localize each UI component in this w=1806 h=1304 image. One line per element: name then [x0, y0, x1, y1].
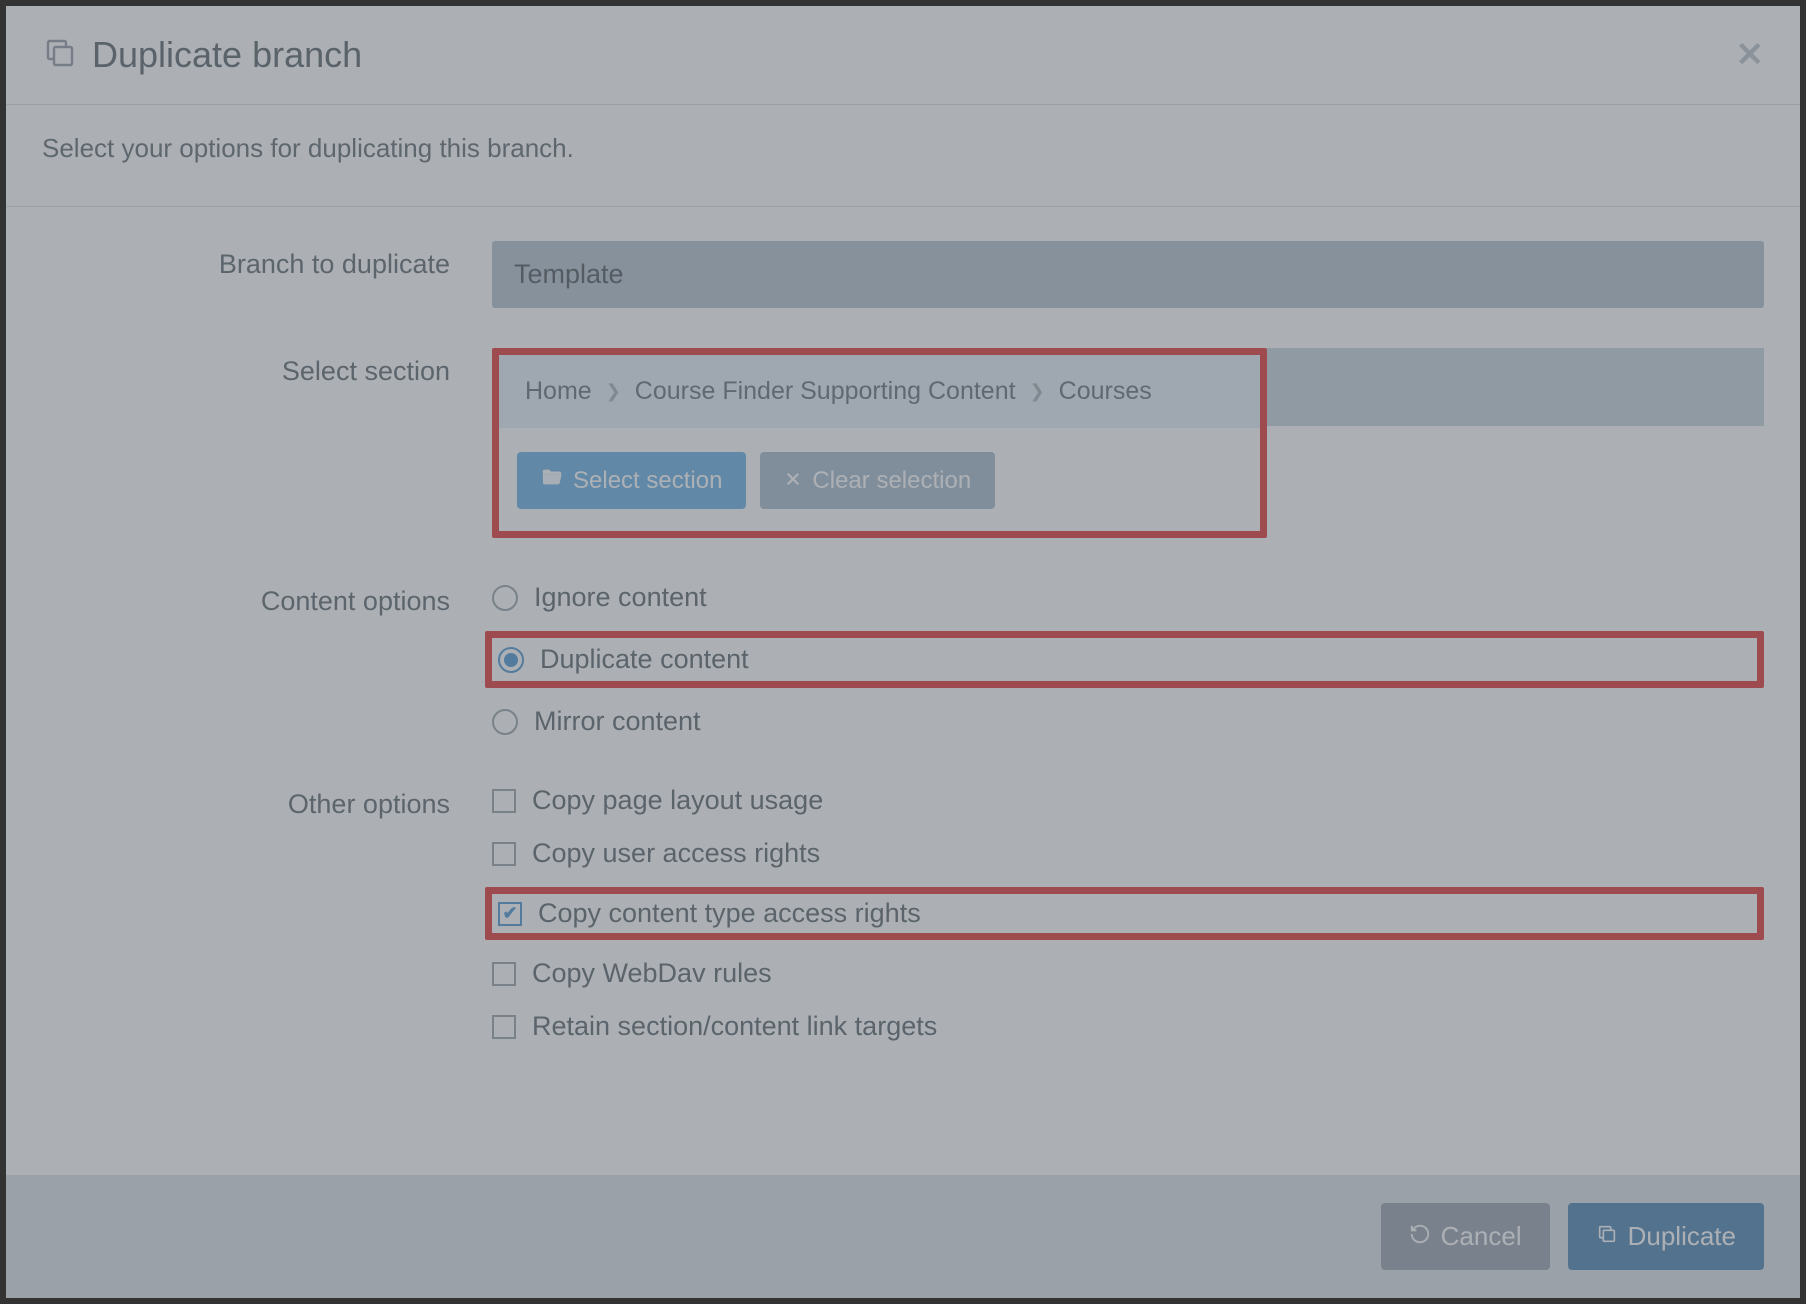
check-copy-content-type-highlight: ✔ Copy content type access rights [485, 887, 1764, 940]
dialog-subtitle: Select your options for duplicating this… [6, 105, 1800, 207]
undo-icon [1409, 1221, 1431, 1252]
label-branch: Branch to duplicate [42, 241, 492, 308]
select-section-button[interactable]: Select section [517, 452, 746, 509]
row-branch: Branch to duplicate Template [42, 241, 1764, 308]
radio-icon [492, 585, 518, 611]
duplicate-button[interactable]: Duplicate [1568, 1203, 1764, 1270]
clear-selection-label: Clear selection [812, 467, 971, 495]
label-other: Other options [42, 781, 492, 1046]
check-copy-content-type[interactable]: ✔ Copy content type access rights [498, 898, 921, 929]
check-copy-page-layout[interactable]: Copy page layout usage [492, 781, 1764, 820]
row-section: Select section Home ❯ Course Finder Supp… [42, 348, 1764, 538]
radio-duplicate-highlight: Duplicate content [485, 631, 1764, 688]
radio-duplicate-content[interactable]: Duplicate content [498, 644, 749, 675]
radio-ignore-content[interactable]: Ignore content [492, 578, 1764, 617]
check-retain-targets[interactable]: Retain section/content link targets [492, 1007, 1764, 1046]
select-section-label: Select section [573, 467, 722, 495]
radio-label: Ignore content [534, 582, 707, 613]
duplicate-icon [1596, 1221, 1618, 1252]
checkbox-icon [492, 1015, 516, 1039]
row-other-options: Other options Copy page layout usage Cop… [42, 781, 1764, 1046]
check-copy-user-access[interactable]: Copy user access rights [492, 834, 1764, 873]
row-content-options: Content options Ignore content Duplicate… [42, 578, 1764, 741]
radio-label: Duplicate content [540, 644, 749, 675]
close-icon [784, 467, 802, 495]
close-icon[interactable]: ✕ [1736, 35, 1765, 75]
branch-value-field: Template [492, 241, 1764, 308]
radio-icon [492, 709, 518, 735]
checkbox-icon-checked: ✔ [498, 902, 522, 926]
chevron-right-icon: ❯ [606, 381, 621, 402]
dialog-footer: Cancel Duplicate [6, 1175, 1800, 1298]
label-section: Select section [42, 348, 492, 538]
checkbox-icon [492, 842, 516, 866]
duplicate-icon [42, 35, 78, 76]
check-label: Retain section/content link targets [532, 1011, 937, 1042]
dialog-header: Duplicate branch ✕ [6, 6, 1800, 105]
check-copy-webdav[interactable]: Copy WebDav rules [492, 954, 1764, 993]
check-label: Copy page layout usage [532, 785, 823, 816]
label-content: Content options [42, 578, 492, 741]
section-field-bg [1267, 348, 1764, 426]
chevron-right-icon: ❯ [1030, 381, 1045, 402]
checkbox-icon [492, 962, 516, 986]
breadcrumb-course-finder[interactable]: Course Finder Supporting Content [635, 377, 1016, 406]
check-label: Copy WebDav rules [532, 958, 772, 989]
section-highlight-box: Home ❯ Course Finder Supporting Content … [492, 348, 1267, 538]
checkbox-icon [492, 789, 516, 813]
folder-open-icon [541, 466, 563, 495]
breadcrumb: Home ❯ Course Finder Supporting Content … [499, 355, 1260, 428]
radio-icon-checked [498, 647, 524, 673]
breadcrumb-home[interactable]: Home [525, 377, 592, 406]
form-body: Branch to duplicate Template Select sect… [6, 207, 1800, 1146]
check-label: Copy content type access rights [538, 898, 921, 929]
duplicate-label: Duplicate [1628, 1221, 1736, 1252]
dialog-title: Duplicate branch [92, 34, 362, 76]
radio-label: Mirror content [534, 706, 701, 737]
check-label: Copy user access rights [532, 838, 820, 869]
breadcrumb-courses[interactable]: Courses [1059, 377, 1152, 406]
clear-selection-button[interactable]: Clear selection [760, 452, 995, 509]
duplicate-branch-dialog: Duplicate branch ✕ Select your options f… [6, 6, 1800, 1298]
cancel-button[interactable]: Cancel [1381, 1203, 1550, 1270]
radio-mirror-content[interactable]: Mirror content [492, 702, 1764, 741]
cancel-label: Cancel [1441, 1221, 1522, 1252]
